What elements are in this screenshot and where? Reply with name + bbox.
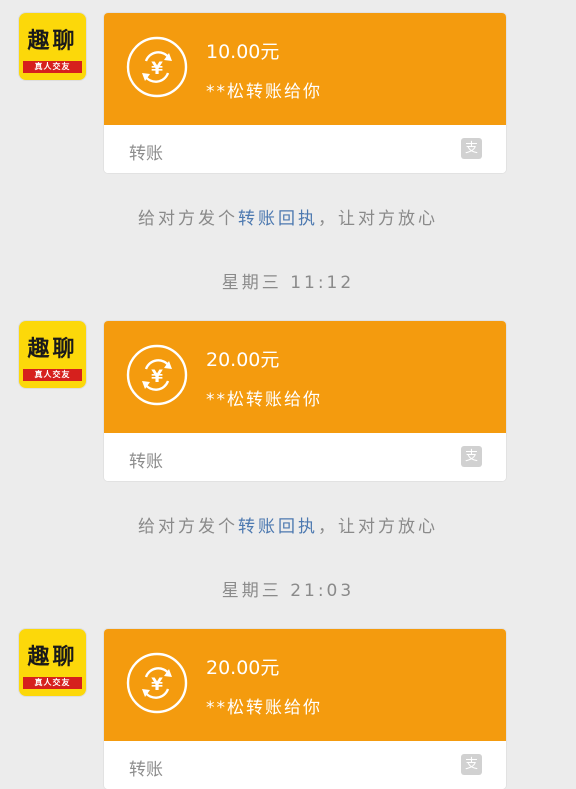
transfer-card[interactable]: ¥ 20.00元 **松转账给你 转账 支 (104, 629, 506, 789)
svg-text:¥: ¥ (151, 367, 163, 387)
yuan-exchange-icon: ¥ (126, 344, 188, 406)
transfer-sender: **松转账给你 (206, 698, 322, 718)
transfer-amount: 10.00元 (206, 41, 280, 63)
yuan-exchange-icon: ¥ (126, 652, 188, 714)
contact-avatar[interactable]: 趣聊 真人交友 (19, 321, 86, 388)
alipay-icon: 支 (461, 446, 482, 467)
transfer-amount: 20.00元 (206, 349, 280, 371)
contact-avatar[interactable]: 趣聊 真人交友 (19, 629, 86, 696)
chat-timestamp: 星期三 11:12 (221, 273, 355, 293)
transfer-card-footer: 转账 支 (104, 125, 506, 173)
avatar-logo-text: 趣聊 (27, 336, 78, 362)
receipt-suffix: ，让对方放心 (318, 517, 438, 537)
transfer-card-footer: 转账 支 (104, 433, 506, 481)
receipt-prompt: 给对方发个转账回执，让对方放心 (0, 204, 576, 229)
transfer-label: 转账 (129, 760, 163, 780)
avatar-logo-subtitle: 真人交友 (23, 61, 82, 73)
transfer-card-header: ¥ 20.00元 **松转账给你 (104, 321, 506, 433)
svg-text:¥: ¥ (151, 675, 163, 695)
receipt-suffix: ，让对方放心 (318, 209, 438, 229)
receipt-prefix: 给对方发个 (138, 517, 238, 537)
transfer-label: 转账 (129, 452, 163, 472)
transfer-card[interactable]: ¥ 10.00元 **松转账给你 转账 支 (104, 13, 506, 173)
receipt-prompt: 给对方发个转账回执，让对方放心 (0, 512, 576, 537)
avatar-logo-subtitle: 真人交友 (23, 369, 82, 381)
yuan-exchange-icon: ¥ (126, 36, 188, 98)
transfer-amount: 20.00元 (206, 657, 280, 679)
chat-timestamp: 星期三 21:03 (221, 581, 355, 601)
transfer-label: 转账 (129, 144, 163, 164)
receipt-link[interactable]: 转账回执 (238, 517, 318, 537)
avatar-logo-subtitle: 真人交友 (23, 677, 82, 689)
receipt-link[interactable]: 转账回执 (238, 209, 318, 229)
avatar-logo-text: 趣聊 (27, 28, 78, 54)
receipt-prefix: 给对方发个 (138, 209, 238, 229)
contact-avatar[interactable]: 趣聊 真人交友 (19, 13, 86, 80)
alipay-icon: 支 (461, 754, 482, 775)
transfer-card-header: ¥ 10.00元 **松转账给你 (104, 13, 506, 125)
transfer-sender: **松转账给你 (206, 82, 322, 102)
transfer-card[interactable]: ¥ 20.00元 **松转账给你 转账 支 (104, 321, 506, 481)
svg-text:¥: ¥ (151, 59, 163, 79)
avatar-logo-text: 趣聊 (27, 644, 78, 670)
transfer-card-footer: 转账 支 (104, 741, 506, 789)
alipay-icon: 支 (461, 138, 482, 159)
transfer-sender: **松转账给你 (206, 390, 322, 410)
transfer-card-header: ¥ 20.00元 **松转账给你 (104, 629, 506, 741)
